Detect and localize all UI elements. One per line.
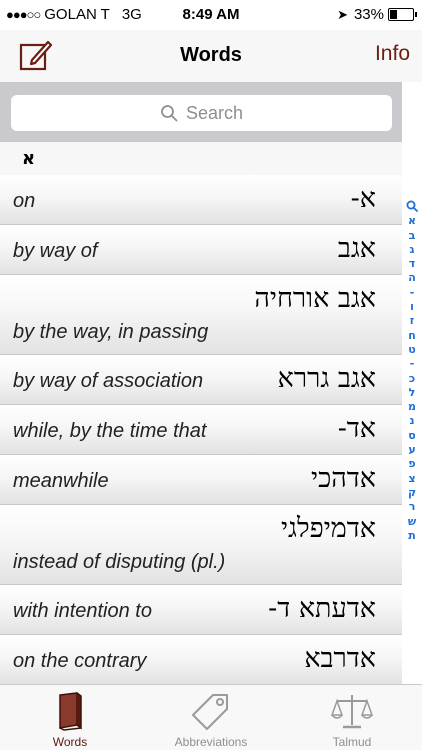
english-translation: with intention to [13,600,152,622]
index-letter[interactable]: ז [410,314,414,328]
english-translation: instead of disputing (pl.) [13,551,226,573]
search-icon [161,105,178,122]
index-letter[interactable]: ר [409,500,416,514]
list-item[interactable]: אדעתא ד-with intention to [0,585,402,635]
hebrew-term: אד- [337,413,376,444]
hebrew-term: אדמיפלגי [280,513,376,544]
tag-icon [192,694,228,730]
index-letter[interactable]: ק [408,486,416,500]
list-item[interactable]: אגב אורחיה by the way, in passing [0,275,402,355]
hebrew-term: אדהכי [311,463,376,494]
index-letter[interactable]: כ [409,372,415,386]
hebrew-term: אגב גררא [277,363,376,394]
list-item[interactable]: אדהכי meanwhile [0,455,402,505]
hebrew-term: אגב אורחיה [254,283,376,314]
tab-talmud-label: Talmud [332,735,372,749]
tab-talmud[interactable]: Talmud [282,685,422,750]
hebrew-term: אגב [337,233,376,264]
alphabet-index[interactable]: אבגדה-וזחט-כלמנסעפצקרשת [402,200,422,570]
page-title: Words [180,44,242,66]
index-letter[interactable]: ג [410,243,415,257]
index-letter[interactable]: פ [408,457,415,471]
battery-fill [390,10,398,19]
index-letter[interactable]: - [410,286,415,300]
english-translation: on [13,190,36,212]
index-letter[interactable]: נ [410,414,415,428]
hebrew-term: אדעתא ד- [268,593,376,624]
index-search-icon[interactable] [406,200,418,214]
index-letter[interactable]: ד [409,257,415,271]
index-letter[interactable]: ט [408,343,415,357]
tab-abbreviations[interactable]: Abbreviations [141,685,281,750]
list-item[interactable]: אגב גררא by way of association [0,355,402,405]
list-item[interactable]: אגב by way of [0,225,402,275]
battery-icon [388,8,417,21]
status-right: ➤ 33% [337,6,417,23]
index-letter[interactable]: - [410,357,415,371]
search-input[interactable]: Search [11,95,392,131]
scales-icon [331,695,373,729]
index-letter[interactable]: מ [408,400,416,414]
index-letter[interactable]: ל [409,386,416,400]
list-item[interactable]: א-on [0,175,402,225]
index-letter[interactable]: ו [410,300,414,314]
search-bar: Search [0,82,402,142]
location-arrow-icon: ➤ [337,6,348,22]
index-letter[interactable]: ב [409,229,416,243]
hebrew-term: א- [350,183,376,214]
list-item[interactable]: אדרבא on the contrary [0,635,402,684]
index-letter[interactable]: ס [408,429,415,443]
index-letter[interactable]: ש [408,515,416,529]
english-translation: by the way, in passing [13,321,209,343]
list-item[interactable]: אדמיפלגי instead of disputing (pl.) [0,505,402,585]
english-translation: meanwhile [13,470,109,492]
battery-percent: 33% [353,6,384,23]
search-placeholder: Search [185,102,244,123]
english-translation: by way of [13,240,98,262]
book-icon [59,692,82,731]
index-letter[interactable]: ח [408,329,416,343]
tab-abbreviations-label: Abbreviations [174,735,248,749]
tab-words-label: Words [52,735,88,749]
index-letter[interactable]: ת [408,529,416,543]
index-letter[interactable]: א [408,214,416,228]
info-button[interactable]: Info [375,42,410,66]
hebrew-term: אדרבא [304,643,376,674]
section-header-letter: א [22,148,36,169]
navigation-bar: Words Info [0,30,422,82]
word-list[interactable]: א-on אגב by way of אגב אורחיה by the way, in… [0,175,402,684]
index-letter[interactable]: ה [408,271,416,285]
index-letter[interactable]: צ [408,472,415,486]
status-bar: ●●●○○ GOLAN T 3G 8:49 AM ➤ 33% [0,0,422,30]
tab-words[interactable]: Words [0,685,140,750]
tab-bar: Words Abbreviations Talmud [0,684,422,750]
list-item[interactable]: אד-while, by the time that [0,405,402,455]
section-header: א [0,142,402,175]
english-translation: on the contrary [13,650,147,672]
index-letter[interactable]: ע [408,443,415,457]
english-translation: while, by the time that [13,420,207,442]
english-translation: by way of association [13,370,204,392]
